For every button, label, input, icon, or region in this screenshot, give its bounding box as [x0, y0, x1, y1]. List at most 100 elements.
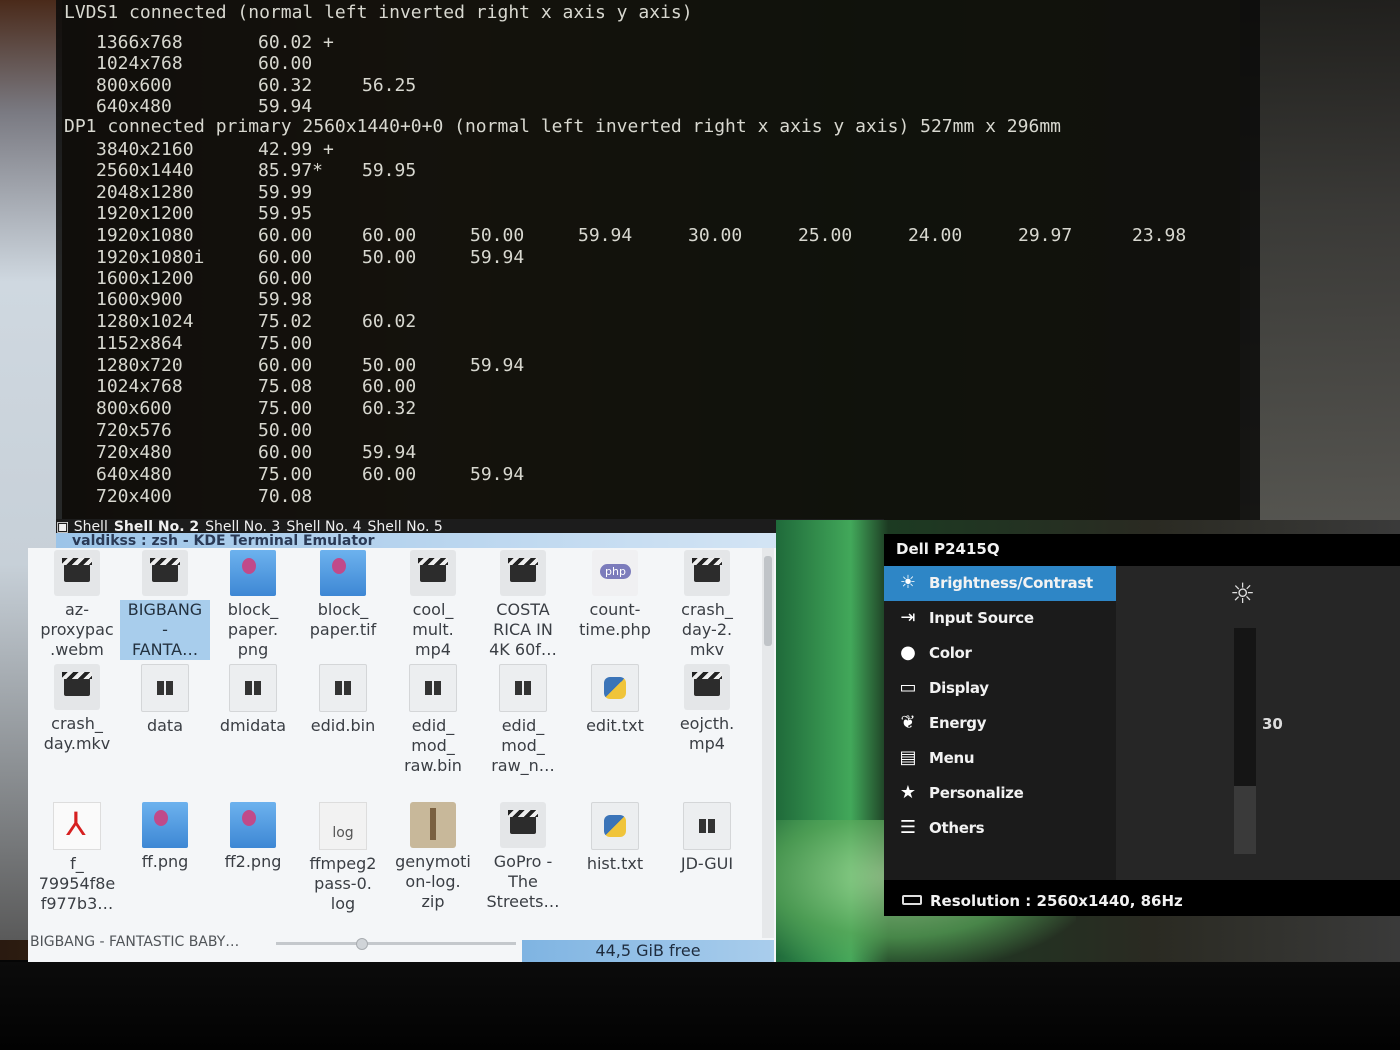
osd-settings-panel: [1116, 566, 1400, 880]
mode-refresh-rate: 70.08: [258, 486, 313, 507]
energy-icon: ❦: [900, 712, 916, 733]
mode-refresh-rate: 60.00: [258, 268, 313, 289]
file-name: crash_ day.mkv: [43, 714, 111, 753]
status-bar: BIGBANG - FANTASTIC BABY… 44,5 GiB free: [28, 928, 776, 966]
log-icon: log: [319, 802, 367, 850]
file-item[interactable]: count- time.php: [570, 550, 660, 640]
mode-refresh-rate: 23.98: [1132, 225, 1187, 246]
zip-icon: [410, 802, 456, 848]
file-item[interactable]: ff.png: [120, 802, 210, 872]
video-icon: [500, 802, 546, 848]
file-item[interactable]: dmidata: [208, 664, 298, 736]
file-item[interactable]: edid_ mod_ raw_n…: [478, 664, 568, 776]
mode-resolution: 2560x1440: [96, 160, 194, 181]
star-icon: ★: [899, 782, 917, 803]
osd-menu-label: Display: [929, 679, 989, 697]
mode-refresh-rate: 59.94: [470, 355, 525, 376]
python-icon: [591, 802, 639, 850]
mode-refresh-rate: 60.00: [362, 376, 417, 397]
osd-menu-item[interactable]: ❦ Energy: [884, 706, 1116, 741]
mode-resolution: 1280x1024: [96, 311, 194, 332]
zoom-slider-handle[interactable]: [356, 938, 368, 950]
image-icon: [230, 802, 276, 848]
file-item[interactable]: az- proxypac .webm: [32, 550, 122, 660]
mode-refresh-rate: 50.00: [362, 247, 417, 268]
file-item[interactable]: log ffmpeg2 pass-0. log: [298, 802, 388, 914]
mode-refresh-rate: 24.00: [908, 225, 963, 246]
mode-resolution: 1920x1200: [96, 203, 194, 224]
osd-menu-label: Energy: [929, 714, 987, 732]
file-name: cool_ mult. mp4: [412, 600, 454, 659]
input-source-icon: ⇥: [900, 607, 916, 628]
osd-menu: ☀ Brightness/Contrast ⇥ Input Source ● Color ▭…: [884, 566, 1116, 880]
file-item[interactable]: genymoti on-log. zip: [388, 802, 478, 912]
file-manager-view[interactable]: az- proxypac .webm BIGBANG - FANTA… block_…: [28, 548, 776, 966]
file-item[interactable]: f_ 79954f8e f977b3…: [32, 802, 122, 914]
file-view-scrollbar[interactable]: [762, 548, 774, 938]
file-item[interactable]: hist.txt: [570, 802, 660, 874]
binary-icon: [409, 664, 457, 712]
mode-refresh-rate: 60.00: [362, 464, 417, 485]
php-icon: [592, 550, 638, 596]
osd-menu-label: Others: [929, 819, 985, 837]
mode-resolution: 720x480: [96, 442, 172, 463]
file-name: edid_ mod_ raw_n…: [491, 716, 555, 775]
binary-icon: [229, 664, 277, 712]
file-item[interactable]: data: [120, 664, 210, 736]
python-icon: [591, 664, 639, 712]
file-item[interactable]: JD-GUI: [662, 802, 752, 874]
mode-resolution: 1920x1080: [96, 225, 194, 246]
file-name: dmidata: [219, 716, 287, 735]
file-name: genymoti on-log. zip: [395, 852, 471, 911]
mode-refresh-rate: 75.08: [258, 376, 313, 397]
osd-menu-label: Menu: [929, 749, 975, 767]
mode-refresh-rate: 60.32: [258, 75, 313, 96]
mode-refresh-rate: 59.94: [362, 442, 417, 463]
file-item[interactable]: BIGBANG - FANTA…: [120, 550, 210, 660]
image-icon: [230, 550, 276, 596]
osd-menu-item[interactable]: ▤ Menu: [884, 741, 1116, 776]
file-item[interactable]: crash_ day.mkv: [32, 664, 122, 754]
brightness-value: 30: [1262, 715, 1283, 733]
scrollbar-thumb[interactable]: [764, 556, 772, 646]
resolution-icon: [902, 895, 922, 905]
file-item[interactable]: cool_ mult. mp4: [388, 550, 478, 660]
osd-menu-item[interactable]: ★ Personalize: [884, 776, 1116, 811]
file-name: ffmpeg2 pass-0. log: [309, 854, 377, 913]
file-item[interactable]: COSTA RICA IN 4K 60f…: [478, 550, 568, 660]
file-name: block_ paper.tif: [309, 600, 377, 639]
monitor-osd: Dell P2415Q ☀ Brightness/Contrast ⇥ Input S…: [884, 534, 1400, 916]
osd-menu-item[interactable]: ⇥ Input Source: [884, 601, 1116, 636]
file-item[interactable]: GoPro - The Streets…: [478, 802, 568, 912]
mode-refresh-rate: 59.94: [470, 247, 525, 268]
file-item[interactable]: edid_ mod_ raw.bin: [388, 664, 478, 776]
osd-title: Dell P2415Q: [896, 540, 1000, 558]
terminal-output-line: DP1 connected primary 2560x1440+0+0 (nor…: [64, 116, 1061, 137]
osd-menu-item[interactable]: ● Color: [884, 636, 1116, 671]
osd-menu-label: Color: [929, 644, 972, 662]
file-item[interactable]: crash_ day-2. mkv: [662, 550, 752, 660]
zoom-slider[interactable]: [276, 942, 516, 945]
osd-menu-item[interactable]: ▭ Display: [884, 671, 1116, 706]
file-item[interactable]: edid.bin: [298, 664, 388, 736]
file-item[interactable]: ff2.png: [208, 802, 298, 872]
video-icon: [54, 550, 100, 596]
mode-resolution: 1024x768: [96, 376, 183, 397]
osd-footer: Resolution : 2560x1440, 86Hz: [884, 888, 1400, 916]
terminal-output[interactable]: LVDS1 connected (normal left inverted ri…: [56, 0, 1260, 520]
video-icon: [684, 550, 730, 596]
file-item[interactable]: block_ paper.tif: [298, 550, 388, 640]
osd-menu-item[interactable]: ☀ Brightness/Contrast: [884, 566, 1116, 601]
image-icon: [320, 550, 366, 596]
file-name: az- proxypac .webm: [40, 600, 114, 659]
mode-refresh-rate: 75.00: [258, 398, 313, 419]
file-item[interactable]: eojcth. mp4: [662, 664, 752, 754]
file-item[interactable]: block_ paper. png: [208, 550, 298, 660]
osd-menu-item[interactable]: ☰ Others: [884, 811, 1116, 846]
brightness-slider[interactable]: [1234, 628, 1256, 854]
file-item[interactable]: edit.txt: [570, 664, 660, 736]
background-window-right: [1240, 0, 1400, 520]
color-icon: ●: [900, 642, 916, 663]
mode-refresh-rate: 75.02: [258, 311, 313, 332]
mode-resolution: 1920x1080i: [96, 247, 205, 268]
